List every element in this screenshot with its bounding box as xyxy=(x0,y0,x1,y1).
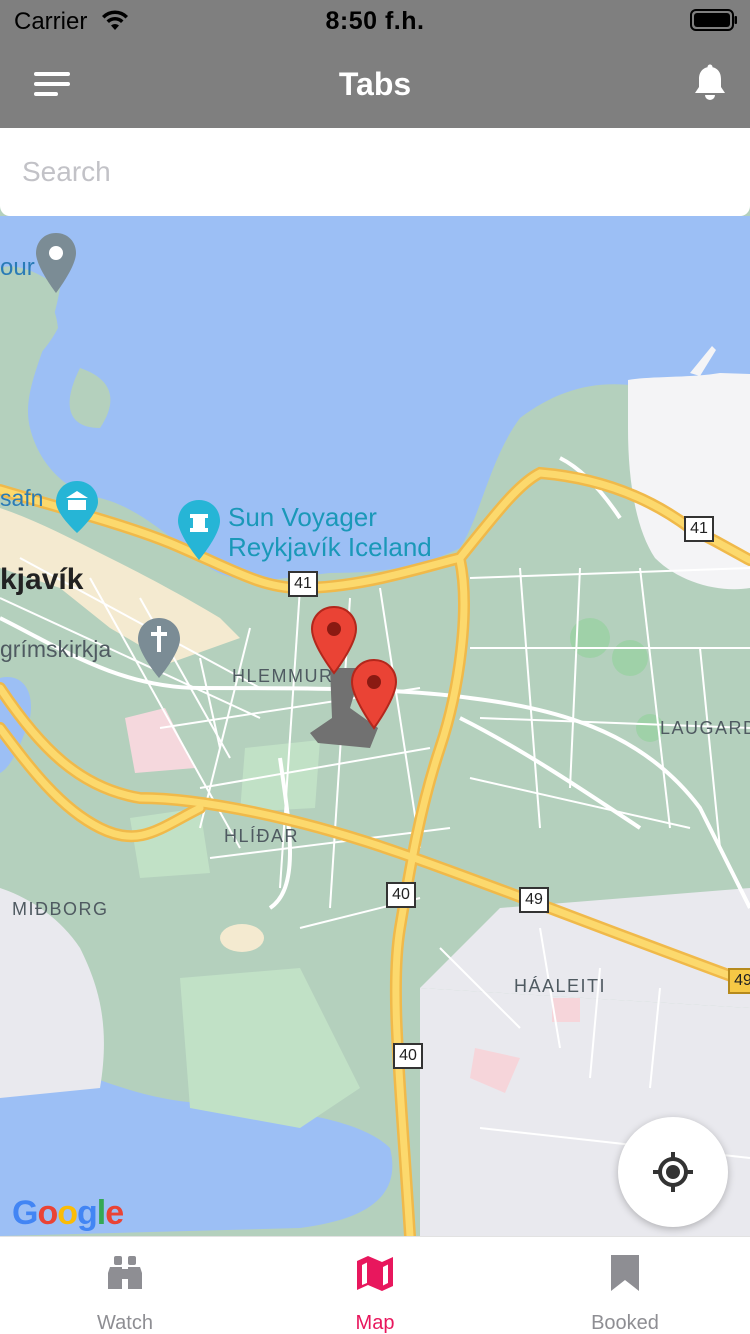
map-label-sun-voyager: Sun Voyager Reykjavík Iceland xyxy=(228,502,432,562)
map-label-reykjavik: kjavík xyxy=(0,563,84,596)
map-label-midborg: MIÐBORG xyxy=(12,899,109,919)
map-label-church: grímskirkja xyxy=(0,636,112,662)
road-shield: 49 xyxy=(728,968,750,994)
map-label-laugard: LAUGARD xyxy=(660,718,750,738)
map-label-hlemmur: HLEMMUR xyxy=(232,666,334,686)
map-label-tour: our xyxy=(0,254,35,281)
google-logo: Google xyxy=(12,1194,124,1232)
tab-label: Booked xyxy=(591,1312,659,1334)
map-label-museum: safn xyxy=(0,485,44,511)
road-shield: 41 xyxy=(288,571,318,597)
notifications-button[interactable] xyxy=(692,64,732,104)
map-label-haaleiti: HÁALEITI xyxy=(514,976,607,996)
map-icon xyxy=(357,1256,393,1291)
tab-map[interactable]: Map xyxy=(250,1237,500,1334)
tab-booked[interactable]: Booked xyxy=(500,1237,750,1334)
bell-icon xyxy=(695,64,725,100)
museum-icon xyxy=(56,481,98,533)
navigation-bar: Tabs xyxy=(0,40,750,128)
search-input[interactable] xyxy=(0,128,750,216)
location-pin-icon[interactable] xyxy=(350,658,398,730)
attraction-icon xyxy=(178,500,220,560)
map-marker-icon xyxy=(36,233,76,293)
tab-bar: Watch Map Booked xyxy=(0,1236,750,1334)
church-icon xyxy=(138,618,180,678)
tab-label: Map xyxy=(355,1312,395,1334)
crosshair-icon xyxy=(653,1152,693,1192)
page-title: Tabs xyxy=(338,66,412,102)
binoculars-icon xyxy=(108,1256,142,1289)
road-shield: 40 xyxy=(386,882,416,908)
road-shield: 41 xyxy=(684,516,714,542)
search-bar xyxy=(0,128,750,216)
status-bar: Carrier 8:50 f.h. xyxy=(0,0,750,40)
my-location-button[interactable] xyxy=(618,1117,728,1227)
battery-icon xyxy=(690,9,738,36)
map-view[interactable]: our safn Sun Voyager Reykjavík Iceland k… xyxy=(0,128,750,1236)
road-shield: 49 xyxy=(519,887,549,913)
tab-watch[interactable]: Watch xyxy=(0,1237,250,1334)
tab-label: Watch xyxy=(97,1312,153,1334)
status-time: 8:50 f.h. xyxy=(325,7,425,35)
map-label-hlidar: HLÍÐAR xyxy=(224,826,300,846)
bookmark-icon xyxy=(611,1255,639,1291)
road-shield: 40 xyxy=(393,1043,423,1069)
